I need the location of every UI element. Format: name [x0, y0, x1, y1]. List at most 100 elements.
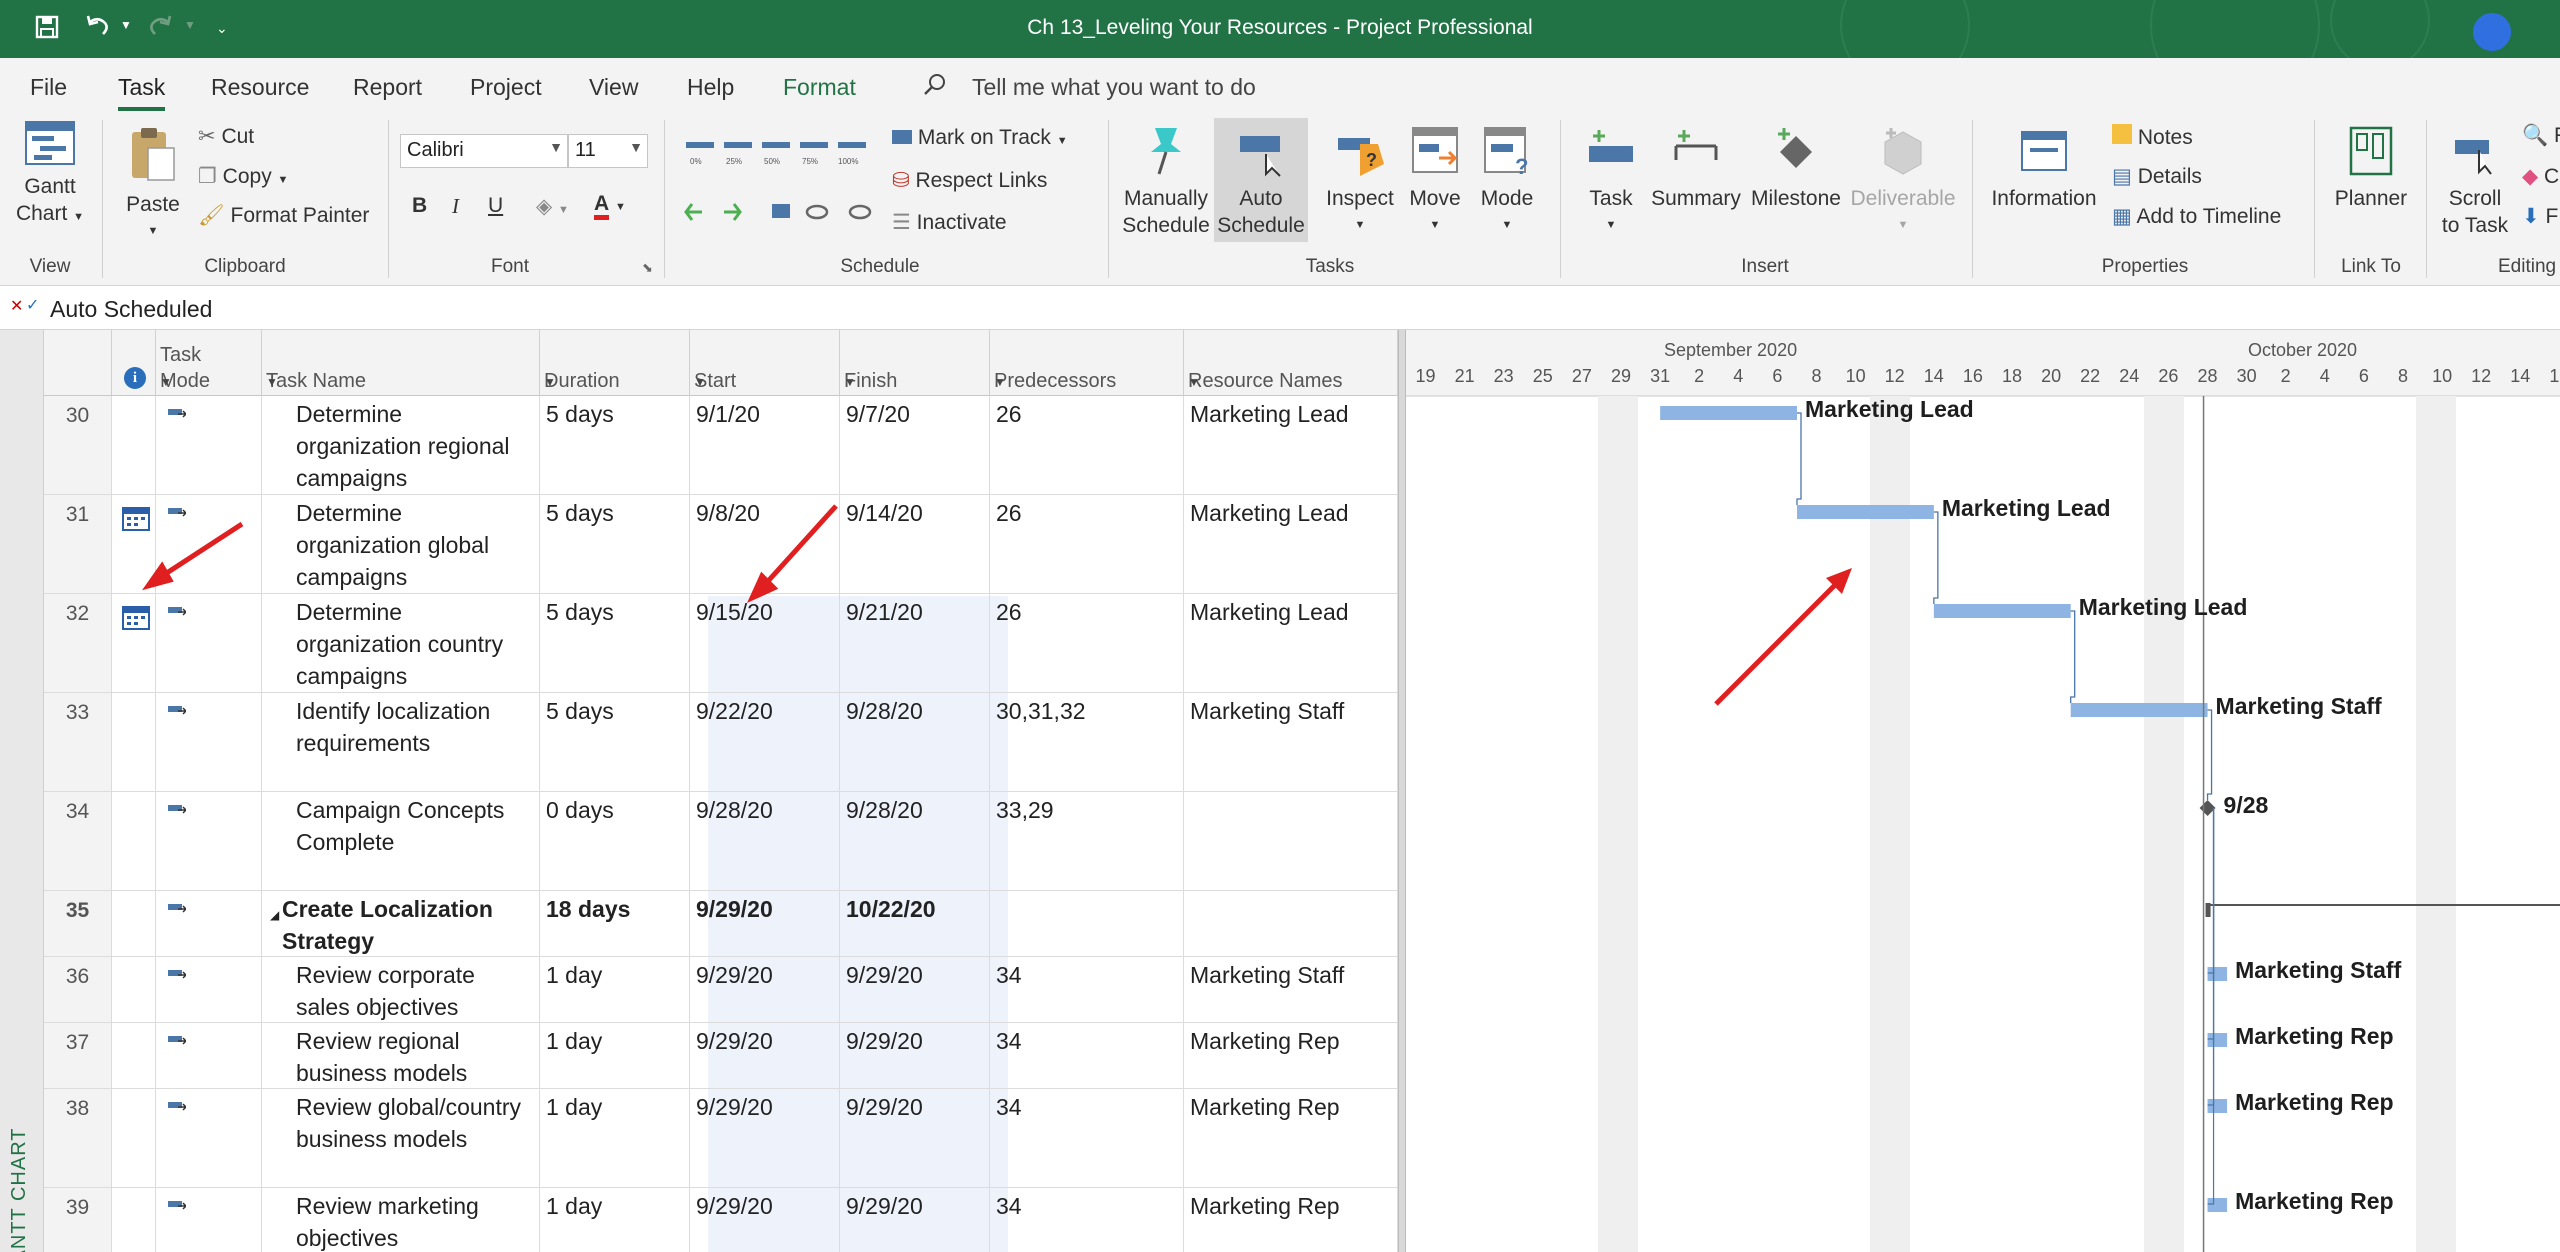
- resource-names-cell[interactable]: Marketing Lead: [1184, 396, 1398, 494]
- header-resource-names[interactable]: Resource Names ▼: [1184, 330, 1398, 396]
- finish-cell[interactable]: 9/29/20: [840, 957, 990, 1022]
- add-to-timeline-button[interactable]: ▦ Add to Timeline: [2112, 204, 2281, 229]
- header-predecessors[interactable]: Predecessors ▼: [990, 330, 1184, 396]
- mark-on-track-button[interactable]: Mark on Track ▼: [892, 126, 1068, 150]
- task-mode-cell[interactable]: [156, 396, 262, 494]
- header-duration[interactable]: Duration ▼: [540, 330, 690, 396]
- row-id[interactable]: 39: [44, 1188, 112, 1252]
- indicator-cell[interactable]: [112, 495, 156, 593]
- task-mode-cell[interactable]: [156, 792, 262, 890]
- row-id[interactable]: 37: [44, 1023, 112, 1088]
- italic-button[interactable]: I: [452, 194, 459, 219]
- insert-task-button[interactable]: Task ▼: [1574, 124, 1648, 239]
- duration-cell[interactable]: 5 days: [540, 594, 690, 692]
- task-mode-cell[interactable]: [156, 693, 262, 791]
- row-id[interactable]: 34: [44, 792, 112, 890]
- task-name-cell[interactable]: Campaign Concepts Complete: [262, 792, 540, 890]
- header-id[interactable]: [44, 330, 112, 396]
- tab-help[interactable]: Help: [687, 74, 734, 101]
- duration-cell[interactable]: 1 day: [540, 1188, 690, 1252]
- row-id[interactable]: 31: [44, 495, 112, 593]
- predecessors-cell[interactable]: 34: [990, 957, 1184, 1022]
- task-bar[interactable]: [1797, 505, 1934, 519]
- start-cell[interactable]: 9/28/20: [690, 792, 840, 890]
- insert-milestone-button[interactable]: Milestone: [1746, 124, 1846, 212]
- header-finish[interactable]: Finish ▼: [840, 330, 990, 396]
- font-family-select[interactable]: Calibri ▼: [400, 134, 568, 168]
- predecessors-cell[interactable]: 26: [990, 396, 1184, 494]
- duration-cell[interactable]: 5 days: [540, 693, 690, 791]
- entry-input[interactable]: Auto Scheduled: [50, 296, 212, 323]
- task-name-cell[interactable]: Determine organization regional campaign…: [262, 396, 540, 494]
- predecessors-cell[interactable]: 26: [990, 594, 1184, 692]
- duration-cell[interactable]: 1 day: [540, 1089, 690, 1187]
- font-color-button[interactable]: A ▼: [594, 192, 626, 220]
- indicator-cell[interactable]: [112, 1023, 156, 1088]
- inactivate-button[interactable]: ☰ Inactivate: [892, 210, 1007, 235]
- fill-button[interactable]: ⬇ F: [2522, 204, 2558, 229]
- duration-cell[interactable]: 5 days: [540, 495, 690, 593]
- table-row[interactable]: 33 Identify localization requirements 5 da…: [44, 693, 1398, 792]
- predecessors-cell[interactable]: [990, 891, 1184, 956]
- table-row[interactable]: 34 Campaign Concepts Complete 0 days 9/28/2…: [44, 792, 1398, 891]
- finish-cell[interactable]: 9/29/20: [840, 1023, 990, 1088]
- finish-cell[interactable]: 9/29/20: [840, 1089, 990, 1187]
- duration-cell[interactable]: 5 days: [540, 396, 690, 494]
- start-cell[interactable]: 9/29/20: [690, 891, 840, 956]
- notes-button[interactable]: Notes: [2112, 124, 2193, 150]
- tab-project[interactable]: Project: [470, 74, 542, 101]
- finish-cell[interactable]: 9/28/20: [840, 693, 990, 791]
- finish-cell[interactable]: 9/21/20: [840, 594, 990, 692]
- table-row[interactable]: 38 Review global/country business models 1…: [44, 1089, 1398, 1188]
- task-name-cell[interactable]: Review regional business models: [262, 1023, 540, 1088]
- respect-links-button[interactable]: ⛁ Respect Links: [892, 168, 1047, 193]
- indicator-cell[interactable]: [112, 891, 156, 956]
- clear-button[interactable]: ◆ C: [2522, 164, 2559, 189]
- insert-deliverable-button[interactable]: Deliverable ▼: [1846, 124, 1960, 239]
- start-cell[interactable]: 9/8/20: [690, 495, 840, 593]
- start-cell[interactable]: 9/1/20: [690, 396, 840, 494]
- task-mode-cell[interactable]: [156, 957, 262, 1022]
- task-name-cell[interactable]: Review global/country business models: [262, 1089, 540, 1187]
- task-mode-cell[interactable]: [156, 1023, 262, 1088]
- resource-names-cell[interactable]: [1184, 792, 1398, 890]
- task-name-cell[interactable]: Review marketing objectives: [262, 1188, 540, 1252]
- row-id[interactable]: 33: [44, 693, 112, 791]
- inspect-button[interactable]: ? Inspect ▼: [1318, 124, 1402, 239]
- underline-button[interactable]: U: [488, 194, 503, 218]
- highlight-color-button[interactable]: ◈ ▼: [536, 194, 569, 219]
- predecessors-cell[interactable]: 33,29: [990, 792, 1184, 890]
- duration-cell[interactable]: 18 days: [540, 891, 690, 956]
- finish-cell[interactable]: 10/22/20: [840, 891, 990, 956]
- row-id[interactable]: 32: [44, 594, 112, 692]
- manually-schedule-button[interactable]: Manually Schedule: [1118, 124, 1214, 239]
- account-avatar[interactable]: [2470, 10, 2514, 54]
- scroll-to-task-button[interactable]: Scroll to Task: [2430, 124, 2520, 239]
- font-size-select[interactable]: 11 ▼: [568, 134, 648, 168]
- copy-button[interactable]: ❐ Copy ▼: [198, 164, 288, 189]
- indicator-cell[interactable]: [112, 792, 156, 890]
- table-row[interactable]: 36 Review corporate sales objectives 1 day…: [44, 957, 1398, 1023]
- accept-entry-icon[interactable]: ✓: [26, 295, 39, 315]
- duration-cell[interactable]: 0 days: [540, 792, 690, 890]
- task-mode-cell[interactable]: [156, 891, 262, 956]
- task-mode-cell[interactable]: [156, 1089, 262, 1187]
- indicator-cell[interactable]: [112, 693, 156, 791]
- start-cell[interactable]: 9/29/20: [690, 1089, 840, 1187]
- header-task-mode[interactable]: Task Mode ▼: [156, 330, 262, 396]
- resource-names-cell[interactable]: [1184, 891, 1398, 956]
- insert-summary-button[interactable]: Summary: [1646, 124, 1746, 212]
- tab-report[interactable]: Report: [353, 74, 422, 101]
- view-splitter[interactable]: [1398, 330, 1406, 1252]
- bold-button[interactable]: B: [412, 194, 427, 218]
- indicator-cell[interactable]: [112, 1188, 156, 1252]
- tab-format[interactable]: Format: [783, 74, 856, 101]
- find-button[interactable]: 🔍 F: [2522, 124, 2560, 148]
- task-bar[interactable]: [2070, 703, 2208, 717]
- duration-cell[interactable]: 1 day: [540, 1023, 690, 1088]
- task-mode-cell[interactable]: [156, 594, 262, 692]
- tab-task[interactable]: Task: [118, 74, 166, 111]
- row-id[interactable]: 30: [44, 396, 112, 494]
- task-bar[interactable]: [2207, 1198, 2228, 1212]
- predecessors-cell[interactable]: 26: [990, 495, 1184, 593]
